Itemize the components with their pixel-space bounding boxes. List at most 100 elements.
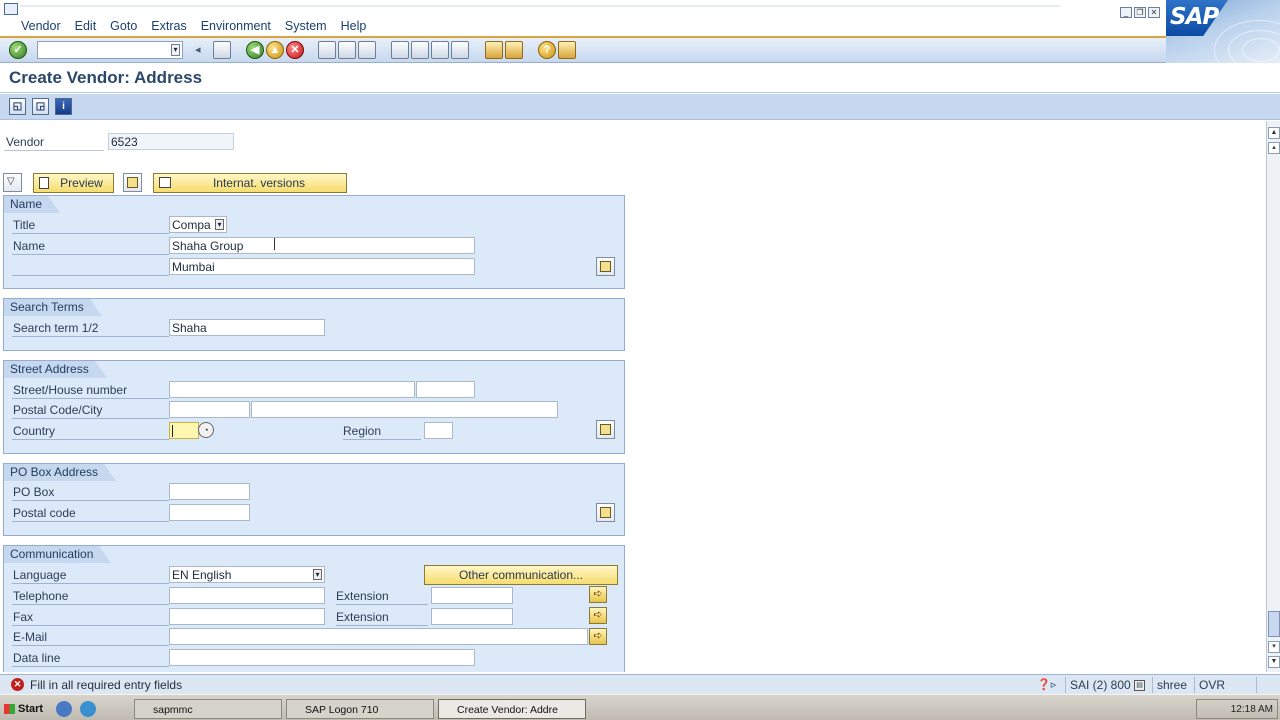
- postal-code-field[interactable]: [169, 401, 250, 418]
- last-page-icon[interactable]: [451, 41, 469, 59]
- save-icon[interactable]: [213, 41, 231, 59]
- telephone-more-icon[interactable]: ➪: [589, 586, 607, 603]
- scroll-down-icon[interactable]: ▾: [1268, 641, 1280, 653]
- info-icon[interactable]: i: [55, 98, 72, 115]
- country-field[interactable]: [169, 422, 199, 439]
- pobox-details-button[interactable]: [596, 503, 615, 522]
- start-button[interactable]: Start: [2, 699, 48, 719]
- title-divider: [20, 5, 1060, 7]
- back-icon[interactable]: ◀: [246, 41, 264, 59]
- menu-environment[interactable]: Environment: [194, 19, 278, 33]
- name2-field[interactable]: Mumbai: [169, 258, 475, 275]
- title-select[interactable]: Compa ▾: [169, 216, 227, 233]
- shortcut-icon[interactable]: [505, 41, 523, 59]
- region-field[interactable]: [424, 422, 453, 439]
- minimize-icon[interactable]: _: [1120, 7, 1132, 18]
- server-name: shree: [1152, 677, 1191, 693]
- first-page-icon[interactable]: [391, 41, 409, 59]
- telephone-field[interactable]: [169, 587, 325, 604]
- menu-bar: Vendor Edit Goto Extras Environment Syst…: [0, 0, 1280, 36]
- task-sapmmc[interactable]: sapmmc: [134, 699, 282, 719]
- next-screen-icon[interactable]: ◲: [32, 98, 49, 115]
- status-info-icon[interactable]: ❓▹: [1037, 678, 1056, 691]
- command-history-icon[interactable]: ▾: [171, 44, 180, 56]
- caret-icon: [172, 425, 173, 437]
- data-line-field[interactable]: [169, 649, 475, 666]
- browser-icon[interactable]: [80, 701, 96, 717]
- status-message[interactable]: Fill in all required entry fields: [30, 678, 182, 692]
- system-info[interactable]: SAI (2) 800 ▤: [1065, 677, 1149, 693]
- po-postal-code-field[interactable]: [169, 504, 250, 521]
- row-divider: [12, 604, 169, 605]
- telephone-label: Telephone: [13, 589, 69, 603]
- layout-icon[interactable]: [558, 41, 576, 59]
- menu-extras[interactable]: Extras: [144, 19, 193, 33]
- restore-icon[interactable]: ❐: [1134, 7, 1146, 18]
- address-details-button[interactable]: [596, 420, 615, 439]
- find-icon[interactable]: [338, 41, 356, 59]
- internat-versions-button[interactable]: Internat. versions: [153, 173, 347, 193]
- dropdown-icon[interactable]: ▾: [215, 219, 224, 230]
- preview-button[interactable]: Preview: [33, 173, 114, 193]
- email-field[interactable]: [169, 628, 588, 645]
- title-value: Compa: [172, 218, 211, 232]
- cancel-icon[interactable]: ✕: [286, 41, 304, 59]
- scroll-bottom-icon[interactable]: ▼: [1268, 656, 1280, 668]
- more-fields-button[interactable]: [596, 257, 615, 276]
- communication-group-title: Communication: [4, 546, 112, 563]
- menu-help[interactable]: Help: [334, 19, 374, 33]
- exit-icon[interactable]: ▲: [266, 41, 284, 59]
- collapse-icon[interactable]: ◂: [195, 41, 205, 59]
- data-line-label: Data line: [13, 651, 61, 665]
- vertical-scrollbar[interactable]: ▲ ▴ ▾ ▼: [1266, 121, 1280, 672]
- scroll-top-icon[interactable]: ▲: [1268, 127, 1280, 139]
- scroll-up-icon[interactable]: ▴: [1268, 142, 1280, 154]
- menu-system[interactable]: System: [278, 19, 334, 33]
- close-icon[interactable]: ✕: [1148, 7, 1160, 18]
- menu-edit[interactable]: Edit: [68, 19, 104, 33]
- telephone-extension-field[interactable]: [431, 587, 513, 604]
- fax-more-icon[interactable]: ➪: [589, 607, 607, 624]
- task-create-vendor[interactable]: Create Vendor: Addre: [438, 699, 586, 719]
- resize-grip-icon[interactable]: [1256, 677, 1276, 693]
- print-icon[interactable]: [318, 41, 336, 59]
- task-sap-logon[interactable]: SAP Logon 710: [286, 699, 434, 719]
- sap-logo: SAP: [1166, 0, 1280, 64]
- name-field[interactable]: Shaha Group: [169, 237, 475, 254]
- fax-field[interactable]: [169, 608, 325, 625]
- city-field[interactable]: [251, 401, 558, 418]
- expand-button[interactable]: ▽: [3, 173, 22, 192]
- previous-page-icon[interactable]: [411, 41, 429, 59]
- lock-button[interactable]: [123, 173, 142, 192]
- fax-extension-field[interactable]: [431, 608, 513, 625]
- row-divider: [343, 439, 421, 440]
- find-next-icon[interactable]: [358, 41, 376, 59]
- search-term-field[interactable]: Shaha: [169, 319, 325, 336]
- fax-extension-label: Extension: [336, 610, 389, 624]
- help-icon[interactable]: ?: [538, 41, 556, 59]
- previous-screen-icon[interactable]: ◱: [9, 98, 26, 115]
- scroll-thumb[interactable]: [1268, 611, 1280, 637]
- po-box-field[interactable]: [169, 483, 250, 500]
- menu-vendor[interactable]: Vendor: [14, 19, 68, 33]
- language-select[interactable]: EN English ▾: [169, 566, 325, 583]
- street-field[interactable]: [169, 381, 415, 398]
- system-menu-icon[interactable]: [4, 3, 18, 15]
- command-field[interactable]: ▾: [37, 41, 183, 59]
- check-icon[interactable]: ✓: [9, 41, 27, 59]
- preview-icon: [39, 177, 49, 189]
- next-page-icon[interactable]: [431, 41, 449, 59]
- row-divider: [12, 666, 169, 667]
- preview-label: Preview: [60, 176, 103, 190]
- insert-mode[interactable]: OVR: [1194, 677, 1229, 693]
- main-content: Vendor 6523 ▽ Preview Internat. versions…: [0, 121, 1266, 672]
- new-session-icon[interactable]: [485, 41, 503, 59]
- dropdown-icon[interactable]: ▾: [313, 569, 322, 580]
- quicklaunch-icon[interactable]: [56, 701, 72, 717]
- other-communication-button[interactable]: Other communication...: [424, 565, 618, 585]
- menu-goto[interactable]: Goto: [103, 19, 144, 33]
- search-help-icon[interactable]: ◔: [198, 422, 214, 438]
- house-number-field[interactable]: [416, 381, 475, 398]
- email-more-icon[interactable]: ➪: [589, 628, 607, 645]
- system-list-icon[interactable]: ▤: [1134, 680, 1146, 692]
